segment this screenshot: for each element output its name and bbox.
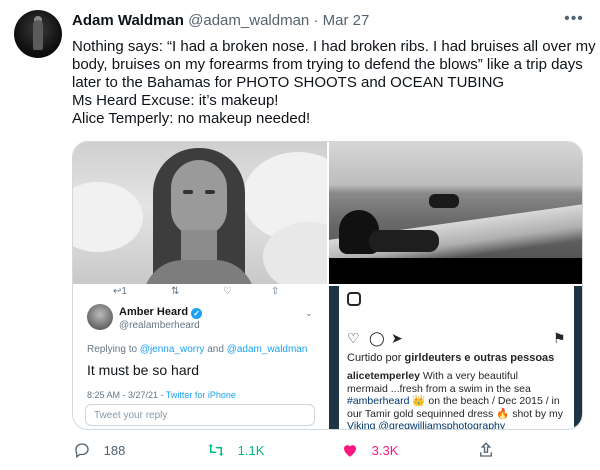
embedded-tweet-text: It must be so hard	[87, 362, 200, 378]
tweet-text-line: later to the Bahamas for PHOTO SHOOTS an…	[72, 74, 505, 91]
media-photo-ocean[interactable]	[329, 142, 582, 284]
instagram-caption: alicetemperley With a very beautiful mer…	[347, 370, 567, 430]
embedded-author-handle: @realamberheard	[119, 320, 200, 331]
embedded-avatar	[87, 304, 113, 330]
heart-icon: ♡	[347, 330, 360, 346]
reply-icon	[72, 441, 92, 463]
tweet-text-line: body, bruises on my forearms from trying…	[72, 56, 583, 73]
tweet-date[interactable]: Mar 27	[323, 12, 370, 29]
caption-line: Viking @gregwilliamsphotography	[347, 420, 567, 430]
comment-icon: ◯	[369, 330, 385, 346]
replying-to-and: and	[207, 344, 224, 355]
tweet-text-line: Alice Temperly: no makeup needed!	[72, 110, 311, 127]
caption-text: 👑 on the beach / Dec 2015 / in	[409, 395, 560, 407]
instagram-liked-by: Curtido por girldeuters e outras pessoas	[347, 352, 554, 364]
media-embedded-tweet-screenshot[interactable]: ↩ 1 ⇅ ♡ ⇧ Amber Heard ✓ @realamberheard ⌄…	[73, 286, 327, 429]
header-separator: ·	[313, 12, 319, 29]
portrait-eye	[205, 190, 215, 194]
embedded-reply-count: 1	[121, 286, 127, 297]
send-icon: ➤	[391, 330, 403, 346]
caption-text: With a very beautiful	[419, 370, 519, 382]
tweet[interactable]: Adam Waldman @adam_waldman · Mar 27 ••• …	[0, 0, 600, 470]
caption-user: alicetemperley	[347, 370, 420, 382]
media-grid: ↩ 1 ⇅ ♡ ⇧ Amber Heard ✓ @realamberheard ⌄…	[72, 141, 583, 430]
media-photo-portrait[interactable]	[73, 142, 327, 284]
embedded-reply-input: Tweet your reply	[85, 404, 315, 426]
more-horizontal-icon[interactable]: •••	[562, 8, 586, 32]
retweet-count: 1.1K	[237, 443, 265, 458]
share-icon	[476, 441, 496, 463]
replying-to-user: @jenna_worry	[139, 344, 205, 355]
replying-to-label: Replying to	[87, 344, 138, 355]
caption-text: our Tamir gold sequinned dress 🔥 shot by…	[347, 407, 563, 420]
embedded-client: Twitter for iPhone	[165, 390, 236, 400]
caption-line: alicetemperley With a very beautiful	[347, 370, 567, 383]
tweet-text: Nothing says: “I had a broken nose. I ha…	[72, 38, 596, 128]
instagram-border	[574, 286, 582, 429]
tweet-text-line: Ms Heard Excuse: it’s makeup!	[72, 92, 279, 109]
instagram-post: ♡ ◯ ➤ ⚑ Curtido por girldeuters e outras…	[339, 286, 574, 430]
embedded-like-icon: ♡	[223, 286, 232, 297]
ocean-boat	[429, 194, 459, 208]
embedded-tweet-timestamp: 8:25 AM - 3/27/21 - Twitter for iPhone	[87, 390, 236, 400]
like-button[interactable]: 3.3K	[340, 440, 398, 462]
tweet-header: Adam Waldman @adam_waldman · Mar 27	[72, 12, 369, 29]
liked-by-prefix: Curtido por	[347, 352, 402, 364]
retweet-button[interactable]: 1.1K	[206, 440, 264, 462]
retweet-icon	[206, 441, 226, 463]
media-instagram-screenshot[interactable]: ♡ ◯ ➤ ⚑ Curtido por girldeuters e outras…	[329, 286, 582, 430]
portrait-eye	[183, 190, 193, 194]
author-name[interactable]: Adam Waldman	[72, 12, 184, 29]
caption-hashtag: #amberheard	[347, 395, 410, 407]
instagram-logo-icon	[347, 292, 361, 306]
embedded-time: 8:25 AM - 3/27/21 -	[87, 390, 164, 400]
bookmark-icon: ⚑	[553, 330, 566, 346]
embedded-reply-icon: ↩ 1	[113, 286, 127, 297]
caption-line: #amberheard 👑 on the beach / Dec 2015 / …	[347, 395, 567, 408]
chevron-down-icon: ⌄	[305, 308, 313, 318]
reply-count: 188	[103, 443, 126, 458]
embedded-author-name-text: Amber Heard	[119, 306, 189, 318]
liked-by-suffix: e outras pessoas	[464, 352, 555, 364]
ocean-letterbox	[329, 258, 582, 284]
heart-filled-icon	[340, 441, 360, 463]
liked-by-user: girldeuters	[404, 352, 462, 364]
author-handle[interactable]: @adam_waldman	[188, 12, 309, 29]
replying-to-user: @adam_waldman	[226, 344, 308, 355]
embedded-retweet-icon: ⇅	[171, 286, 180, 297]
caption-line: mermaid ...fresh from a swim in the sea	[347, 383, 567, 396]
embedded-action-bar: ↩ 1 ⇅ ♡ ⇧	[113, 286, 323, 300]
embedded-author-name: Amber Heard ✓	[119, 306, 203, 319]
verified-badge-icon: ✓	[191, 308, 203, 319]
ocean-person-arm	[369, 230, 439, 252]
instagram-action-icons: ♡ ◯ ➤ ⚑	[347, 330, 567, 346]
instagram-border	[329, 286, 339, 429]
avatar-figure-body	[33, 20, 43, 50]
portrait-face	[171, 160, 227, 236]
share-button[interactable]	[476, 440, 496, 462]
like-count: 3.3K	[371, 443, 399, 458]
tweet-action-bar: 188 1.1K 3.3K	[72, 440, 592, 462]
caption-text: mermaid ...fresh from a swim in the sea	[347, 382, 531, 395]
caption-text: Viking @gregwilliamsphotography	[347, 420, 506, 430]
embedded-share-icon: ⇧	[271, 286, 280, 297]
caption-line: our Tamir gold sequinned dress 🔥 shot by…	[347, 408, 567, 421]
embedded-replying-to: Replying to @jenna_worry and @adam_waldm…	[87, 344, 307, 355]
reply-button[interactable]: 188	[72, 440, 125, 462]
tweet-text-line: Nothing says: “I had a broken nose. I ha…	[72, 38, 596, 55]
author-avatar[interactable]	[14, 10, 62, 58]
